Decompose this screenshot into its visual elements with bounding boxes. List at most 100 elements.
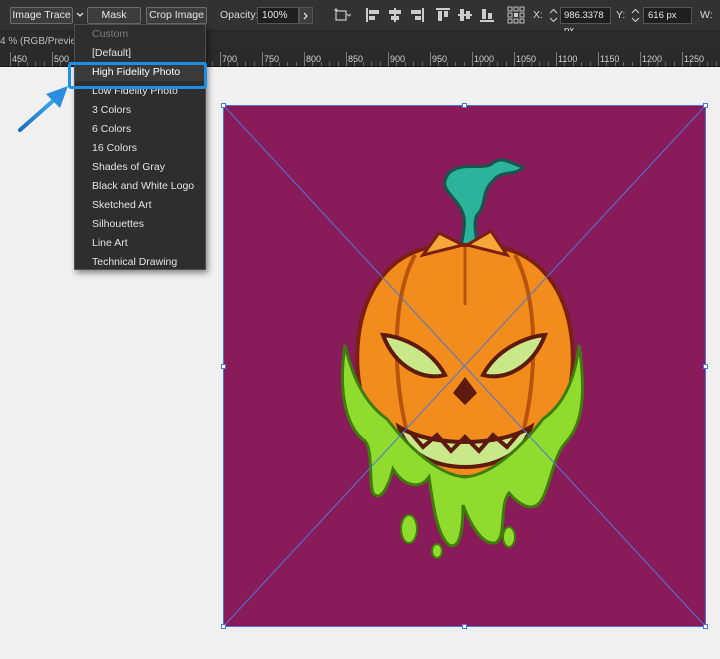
ruler-minor-tick [68, 62, 70, 66]
ruler-minor-tick [505, 62, 507, 66]
preset-item-silhouettes[interactable]: Silhouettes [75, 215, 205, 233]
ruler-major-tick [220, 52, 221, 66]
preset-item-technical-drawing[interactable]: Technical Drawing [75, 253, 205, 271]
resize-handle-left[interactable] [221, 364, 226, 369]
preset-item-line-art[interactable]: Line Art [75, 234, 205, 252]
ruler-minor-tick [606, 62, 608, 66]
align-hcenter-button[interactable] [386, 6, 404, 24]
align-top-button[interactable] [434, 6, 452, 24]
preset-item-16-colors[interactable]: 16 Colors [75, 139, 205, 157]
ruler-major-tick [682, 52, 683, 66]
ruler-minor-tick [455, 62, 457, 66]
ruler-minor-tick [43, 62, 45, 66]
align-right-icon [411, 8, 424, 22]
preset-item-black-and-white-logo[interactable]: Black and White Logo [75, 177, 205, 195]
ruler-minor-tick [463, 62, 465, 66]
ruler-major-tick [430, 52, 431, 66]
y-position-input[interactable]: 616 px [643, 7, 692, 24]
ruler-minor-tick [312, 62, 314, 66]
ruler-tick-label: 750 [264, 54, 280, 64]
ruler-tick-label: 950 [432, 54, 448, 64]
resize-handle-right[interactable] [703, 364, 708, 369]
trace-presets-menu: Custom [Default] High Fidelity Photo Low Fi… [74, 24, 206, 270]
ruler-tick-label: 1050 [516, 54, 537, 64]
ruler-minor-tick [715, 62, 717, 66]
ruler-minor-tick [530, 62, 532, 66]
x-position-input[interactable]: 986.3378 px [560, 7, 611, 36]
ruler-minor-tick [631, 62, 633, 66]
ruler-minor-tick [270, 62, 272, 66]
ruler-minor-tick [362, 62, 364, 66]
align-vcenter-button[interactable] [456, 6, 474, 24]
chevron-down-icon [76, 12, 84, 17]
preset-item-custom: Custom [92, 28, 129, 40]
reference-point-button[interactable] [507, 6, 525, 24]
ruler-minor-tick [623, 62, 625, 66]
ruler-minor-tick [614, 62, 616, 66]
preset-item-low-fidelity-photo[interactable]: Low Fidelity Photo [75, 82, 205, 100]
opacity-input[interactable]: 100% [257, 7, 299, 24]
transform-button[interactable] [333, 6, 351, 24]
ruler-minor-tick [211, 62, 213, 66]
ruler-minor-tick [446, 62, 448, 66]
resize-handle-bottom-left[interactable] [221, 624, 226, 629]
preset-item-default[interactable]: [Default] [75, 44, 205, 62]
align-bottom-button[interactable] [478, 6, 496, 24]
ruler-minor-tick [690, 62, 692, 66]
w-label: W: [700, 9, 713, 21]
ruler-tick-label: 1100 [558, 54, 578, 64]
ruler-minor-tick [295, 62, 297, 66]
y-label: Y: [616, 9, 626, 21]
preset-item-shades-of-gray[interactable]: Shades of Gray [75, 158, 205, 176]
ruler-major-tick [346, 52, 347, 66]
preset-item-6-colors[interactable]: 6 Colors [75, 120, 205, 138]
preset-item-high-fidelity-photo[interactable]: High Fidelity Photo [75, 63, 205, 81]
ruler-major-tick [388, 52, 389, 66]
ruler-minor-tick [35, 62, 37, 66]
ruler-minor-tick [665, 62, 667, 66]
ruler-major-tick [640, 52, 641, 66]
x-stepper[interactable] [548, 7, 559, 24]
ruler-major-tick [52, 52, 53, 66]
ruler-tick-label: 800 [306, 54, 322, 64]
ruler-minor-tick [287, 62, 289, 66]
resize-handle-bottom[interactable] [462, 624, 467, 629]
ruler-tick-label: 900 [390, 54, 406, 64]
resize-handle-top[interactable] [462, 103, 467, 108]
ruler-major-tick [472, 52, 473, 66]
ruler-tick-label: 1250 [684, 54, 705, 64]
ruler-minor-tick [245, 62, 247, 66]
ruler-minor-tick [421, 62, 423, 66]
ruler-tick-label: 1150 [600, 54, 620, 64]
preset-item-3-colors[interactable]: 3 Colors [75, 101, 205, 119]
ruler-minor-tick [413, 62, 415, 66]
preset-item-sketched-art[interactable]: Sketched Art [75, 196, 205, 214]
resize-handle-bottom-right[interactable] [703, 624, 708, 629]
crop-image-button[interactable]: Crop Image [146, 7, 207, 24]
ruler-minor-tick [354, 62, 356, 66]
mask-button[interactable]: Mask [87, 7, 141, 24]
align-bottom-icon [480, 9, 494, 22]
resize-handle-top-right[interactable] [703, 103, 708, 108]
ruler-tick-label: 850 [348, 54, 364, 64]
ruler-minor-tick [60, 62, 62, 66]
stepper-icon [631, 8, 640, 23]
stepper-icon [549, 8, 558, 23]
ruler-minor-tick [707, 62, 709, 66]
image-trace-presets-dropdown[interactable] [73, 7, 87, 24]
ruler-major-tick [304, 52, 305, 66]
ruler-tick-label: 450 [12, 54, 28, 64]
image-trace-button[interactable]: Image Trace [10, 7, 73, 24]
ruler-minor-tick [329, 62, 331, 66]
align-left-button[interactable] [364, 6, 382, 24]
y-stepper[interactable] [630, 7, 641, 24]
document-tab[interactable]: 4 % (RGB/Previe [0, 36, 76, 47]
resize-handle-top-left[interactable] [221, 103, 226, 108]
ruler-minor-tick [572, 62, 574, 66]
ruler-tick-label: 500 [54, 54, 70, 64]
opacity-expand-button[interactable] [299, 7, 313, 24]
pumpkin-artwork[interactable] [223, 105, 706, 627]
ruler-minor-tick [278, 62, 280, 66]
align-right-button[interactable] [408, 6, 426, 24]
ruler-major-tick [598, 52, 599, 66]
